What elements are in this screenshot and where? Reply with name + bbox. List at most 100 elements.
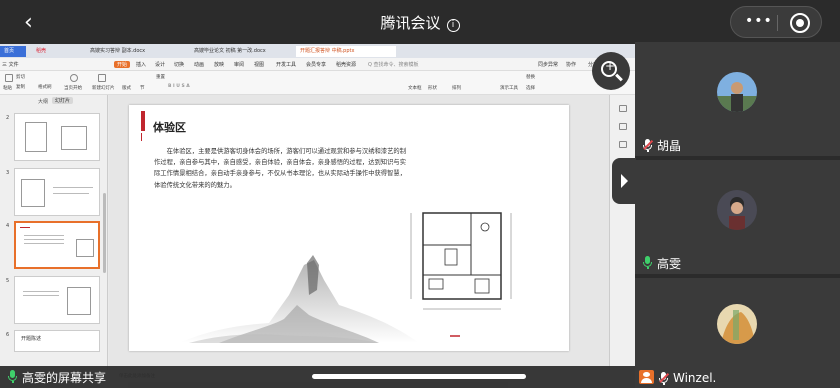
participant-tile-1[interactable]: 胡晶 [635,42,840,156]
start-from-current-label[interactable]: 当页开始 [64,85,82,91]
shared-screen: 首页 稻壳 高嫂实习答辩 副本.docx 高嫂毕业论文 初稿 第一改.docx … [0,44,635,388]
presentation-tools-label[interactable]: 演示工具 [500,85,518,91]
thumb-text [24,243,64,244]
top-bar: ‹ 腾讯会议 i ••• [0,0,840,44]
slide-thumbnail-5[interactable] [14,276,100,324]
menu-view[interactable]: 视图 [254,61,264,68]
participant-tile-2[interactable]: 高雯 [635,160,840,274]
menu-collaborate[interactable]: 协作 [566,61,576,68]
slide-number: 3 [6,170,10,176]
muted-mic-icon [659,372,669,385]
format-painter-label[interactable]: 格式刷 [38,84,52,90]
thumb-plan [76,239,94,257]
zoom-handle [615,73,623,82]
slide-thumbnail-3[interactable] [14,168,100,216]
participant-tile-self[interactable]: Winzel. [635,278,840,388]
reset-label[interactable]: 重置 [156,74,165,80]
sync-status[interactable]: 同步异常 [538,61,558,68]
tab-home[interactable]: 首页 [0,46,26,57]
slide-canvas-area: 体验区 在体验区，主要是供游客切身体会的场所，游客们可以通过观赏和参与汉绣和漆艺… [109,95,609,370]
zoom-in-button[interactable] [592,52,630,90]
self-user-icon [639,370,654,384]
slide-number: 5 [6,278,10,284]
section-label[interactable]: 节 [140,85,145,91]
avatar [717,72,757,112]
thumb-text [53,187,93,188]
close-miniprogram-icon[interactable] [790,13,810,33]
menu-insert[interactable]: 插入 [136,61,146,68]
mini-program-capsule: ••• [730,6,822,38]
thumb-plan [61,126,87,150]
menu-review[interactable]: 审阅 [234,61,244,68]
menu-file[interactable]: 三 文件 [2,61,19,68]
thumb-text [53,193,89,194]
copy-label[interactable]: 复制 [16,84,25,90]
thumb-text [24,235,64,236]
font-style-row[interactable]: B I U S A [168,84,190,89]
avatar [717,190,757,230]
speaking-mic-icon [643,256,652,269]
menu-developer[interactable]: 开发工具 [276,61,296,68]
search-command-input[interactable]: Q 查找命令、搜索模板 [368,61,419,68]
play-icon[interactable] [70,74,78,82]
thumbnail-scrollbar[interactable] [103,193,106,273]
participant-name: 胡晶 [657,139,682,153]
meeting-title: 腾讯会议 i [0,12,840,33]
new-slide-label[interactable]: 新建幻灯片 [92,85,115,91]
participant-name: Winzel. [673,371,717,385]
slide-number: 4 [6,223,10,229]
right-tool-strip [609,95,635,370]
replace-label[interactable]: 替换 [526,74,535,80]
expand-panel-arrow-icon[interactable] [612,158,636,204]
cut-label[interactable]: 剪切 [16,74,25,80]
menu-slideshow[interactable]: 放映 [214,61,224,68]
layout-label[interactable]: 版式 [122,85,131,91]
menu-resources[interactable]: 稻壳资源 [336,61,356,68]
title-accent-line [141,133,142,141]
slide-number: 2 [6,115,10,121]
tab-outline[interactable]: 大纲 [38,98,48,105]
document-tabs: 首页 稻壳 高嫂实习答辩 副本.docx 高嫂毕业论文 初稿 第一改.docx … [0,44,635,58]
participant-name: 高雯 [657,257,682,271]
tool-icon[interactable] [619,141,627,148]
red-seal-mark [450,335,460,337]
speaking-mic-icon [8,370,17,383]
panel-header: 大纲 幻灯片 [0,95,108,107]
paste-icon[interactable] [5,74,13,82]
home-indicator [312,374,526,379]
tab-daoke[interactable]: 稻壳 [32,46,50,57]
more-button[interactable]: ••• [745,13,773,29]
info-icon[interactable]: i [446,19,460,32]
menu-design[interactable]: 设计 [155,61,165,68]
thumb-plan [25,122,47,152]
slide-thumbnail-6[interactable]: 开题陈述 [14,330,100,352]
tab-doc-2[interactable]: 高嫂毕业论文 初稿 第一改.docx [190,46,270,57]
muted-mic-icon [643,139,653,152]
tab-slides[interactable]: 幻灯片 [52,97,74,104]
arrange-label[interactable]: 排列 [452,85,461,91]
shape-label[interactable]: 形状 [428,85,437,91]
floor-plan-drawing [410,212,512,310]
slide-thumbnail-panel: 大纲 幻灯片 2 3 4 5 6 开题陈述 [0,95,108,370]
menu-member[interactable]: 会员专享 [306,61,326,68]
tab-pptx[interactable]: 开题汇报答辩 中稿.pptx [296,46,396,57]
thumb-text [23,291,59,292]
slide-thumbnail-2[interactable] [14,113,100,161]
select-label[interactable]: 选择 [526,85,535,91]
menu-transition[interactable]: 切换 [174,61,184,68]
textbox-label[interactable]: 文本框 [408,85,422,91]
menu-start[interactable]: 开始 [114,61,131,68]
thumb-title [20,227,30,228]
paste-label[interactable]: 粘贴 [3,85,12,91]
tool-icon[interactable] [619,123,627,130]
thumb-plan [67,287,91,315]
tab-doc-1[interactable]: 高嫂实习答辩 副本.docx [86,46,149,57]
title-accent-bar [141,111,145,131]
current-slide[interactable]: 体验区 在体验区，主要是供游客切身体会的场所，游客们可以通过观赏和参与汉绣和漆艺… [129,105,569,351]
slide-thumbnail-4-selected[interactable] [14,221,100,269]
avatar [717,304,757,344]
slide-title: 体验区 [153,121,186,134]
tool-icon[interactable] [619,105,627,112]
new-slide-icon[interactable] [98,74,106,82]
menu-animation[interactable]: 动画 [194,61,204,68]
